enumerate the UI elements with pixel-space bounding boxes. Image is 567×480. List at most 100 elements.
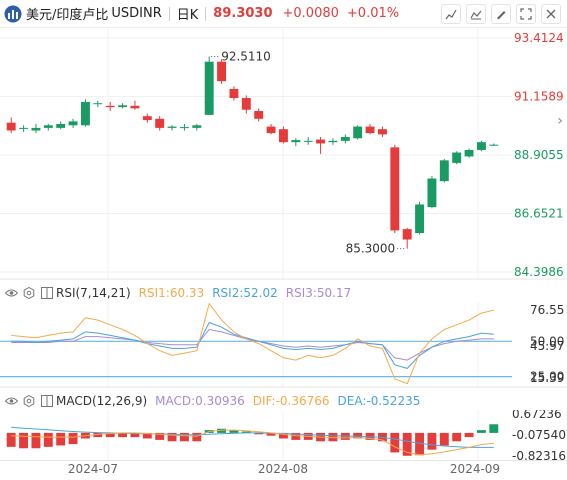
price-change: +0.0080	[282, 6, 339, 21]
candle-body	[365, 126, 375, 134]
candle-body	[19, 127, 29, 129]
macd-histogram-bar	[56, 432, 66, 446]
price-tick-label: 91.1589	[514, 90, 564, 104]
collapse-icon[interactable]	[40, 286, 54, 300]
macd-histogram-bar	[43, 432, 53, 447]
rsi2-label: RSI2:52.02	[212, 286, 278, 300]
time-tick-label: 2024-08	[258, 462, 308, 476]
time-tick-label: 2024-09	[450, 462, 500, 476]
macd-name: MACD(12,26,9)	[56, 394, 148, 408]
candle-body	[489, 144, 499, 146]
price-tick-label: 84.3986	[514, 265, 564, 279]
candle-body	[402, 229, 412, 240]
candle-body	[217, 61, 227, 82]
macd-histogram-bar	[6, 432, 16, 447]
rsi2-line	[11, 321, 494, 369]
macd-histogram-bar	[19, 432, 29, 449]
low-annotation: 85.3000	[346, 242, 396, 256]
high-annotation: 92.5110	[221, 49, 271, 63]
macd-histogram-bar	[464, 432, 474, 438]
candle-body	[291, 140, 301, 143]
macd-chart[interactable]: 0.67236 -0.07540 -0.82316	[0, 410, 567, 460]
indicator-icon[interactable]	[466, 4, 486, 24]
macd-header: MACD(12,26,9) MACD:0.30936 DIF:-0.36766 …	[0, 392, 420, 410]
toolbar	[441, 4, 561, 24]
candle-body	[427, 178, 437, 208]
dea-label: DEA:-0.52235	[337, 394, 421, 408]
macd-histogram-bar	[476, 430, 486, 433]
macd-histogram-bar	[31, 432, 41, 449]
candle-body	[328, 140, 338, 143]
header-divider	[205, 6, 207, 21]
collapse-icon[interactable]	[40, 394, 54, 408]
settings-icon[interactable]	[22, 394, 36, 408]
rsi1-label: RSI1:60.33	[138, 286, 205, 300]
candle-body	[353, 126, 363, 139]
price-chart[interactable]: 93.4124 91.1589 88.9055 86.6521 84.3986 92.51…	[0, 28, 567, 280]
candle-body	[80, 101, 90, 126]
chart-window: 美元/印度卢比 USDINR 日K 89.3030 +0.0080 +0.01%	[0, 0, 567, 480]
chevron-right-icon[interactable]: ›	[554, 108, 566, 134]
macd-histogram-bar	[192, 432, 202, 442]
fullscreen-icon[interactable]	[516, 4, 536, 24]
candle-body	[278, 129, 288, 143]
close-icon[interactable]	[541, 4, 561, 24]
macd-tick-label: 0.67236	[512, 410, 562, 421]
time-tick-label: 2024-07	[68, 462, 118, 476]
dif-label: DIF:-0.36766	[252, 394, 330, 408]
candle-body	[179, 127, 189, 129]
candle-body	[439, 160, 449, 182]
rsi3-label: RSI3:50.17	[285, 286, 352, 300]
candle-body	[192, 125, 202, 128]
candle-body	[266, 126, 276, 134]
price-tick-label: 93.4124	[514, 31, 564, 45]
candle-body	[476, 142, 486, 150]
price-tick-label: 88.9055	[514, 148, 564, 162]
usd-inr-flag-icon	[4, 5, 22, 22]
settings-icon[interactable]	[22, 286, 36, 300]
period-selector[interactable]: 日K	[177, 4, 199, 23]
candle-body	[118, 105, 128, 108]
candle-body	[56, 123, 66, 128]
draw-icon[interactable]	[491, 4, 511, 24]
rsi-tick-label: 15.39	[530, 371, 564, 385]
macd-tick-label: -0.82316	[512, 449, 566, 460]
candle-body	[241, 98, 251, 110]
macd-tick-label: -0.07540	[512, 428, 566, 442]
rsi-chart[interactable]: 76.5550.0045.9725.0015.39	[0, 302, 567, 388]
candle-body	[390, 147, 400, 231]
last-price: 89.3030	[213, 6, 273, 21]
eye-icon[interactable]	[4, 286, 18, 300]
rsi-name: RSI(7,14,21)	[56, 286, 131, 300]
candle-body	[452, 152, 462, 163]
header-divider	[168, 6, 170, 21]
quote-header: 美元/印度卢比 USDINR 日K 89.3030 +0.0080 +0.01%	[0, 0, 567, 28]
instrument-name: 美元/印度卢比	[26, 8, 109, 23]
eye-icon[interactable]	[4, 394, 18, 408]
candle-body	[93, 103, 103, 105]
candle-body	[316, 139, 326, 144]
candle-body	[254, 111, 264, 119]
rsi-tick-label: 76.55	[530, 303, 564, 317]
macd-histogram-bar	[68, 432, 78, 445]
macd-histogram-bar	[452, 432, 462, 442]
rsi-tick-label: 45.97	[530, 339, 564, 353]
macd-histogram-bar	[439, 432, 449, 446]
candle-body	[43, 125, 53, 128]
candle-body	[204, 61, 214, 115]
price-change-percent: +0.01%	[346, 6, 400, 21]
candle-body	[142, 116, 152, 121]
price-tick-label: 86.6521	[514, 206, 564, 220]
crosshair-icon[interactable]	[441, 4, 461, 24]
candle-body	[415, 204, 425, 234]
candle-body	[105, 105, 115, 108]
candle-body	[340, 136, 350, 141]
candle-body	[6, 122, 16, 131]
candle-body	[68, 121, 78, 126]
rsi3-line	[11, 328, 494, 361]
instrument-symbol: USDINR	[111, 6, 162, 21]
rsi-header: RSI(7,14,21) RSI1:60.33 RSI2:52.02 RSI3:…	[0, 284, 351, 302]
time-axis: 2024-07 2024-08 2024-09	[0, 460, 567, 476]
candle-body	[155, 118, 165, 128]
candle-body	[229, 88, 239, 99]
